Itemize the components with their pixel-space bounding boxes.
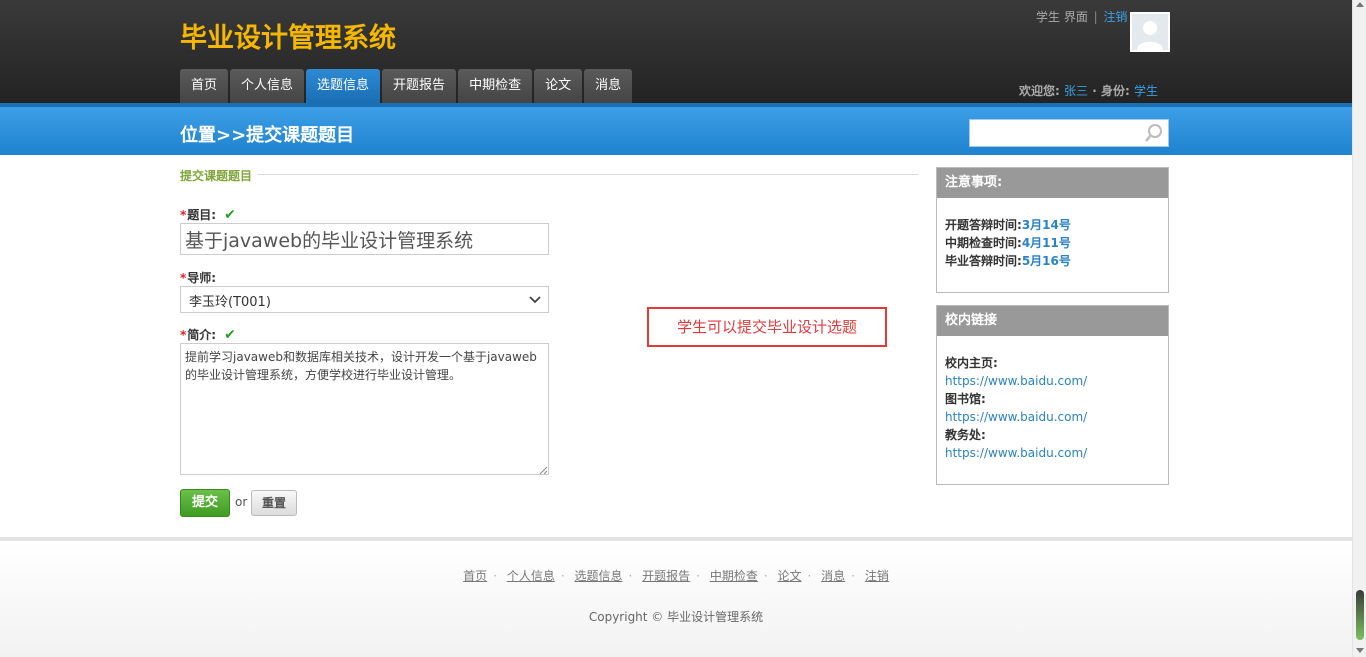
header: 毕业设计管理系统 学生 界面 | 注销 首页 个人信息 选题信息 开题报告 中期… <box>0 0 1352 103</box>
title-label-row: *题目: ✔ <box>180 206 236 223</box>
reset-button[interactable]: 重置 <box>251 490 297 516</box>
or-text: or <box>235 495 248 509</box>
separator: · <box>493 569 497 583</box>
advisor-label: 导师: <box>187 271 217 285</box>
separator: · <box>851 569 856 583</box>
section-title: 提交课题题目 <box>180 169 253 183</box>
required-mark: * <box>180 208 187 222</box>
check-icon: ✔ <box>224 207 236 223</box>
page-scrollbar[interactable] <box>1352 0 1366 657</box>
footer-links: 首页 · 个人信息 · 选题信息 · 开题报告 · 中期检查 · 论文 · 消息 · 注销 <box>0 567 1352 584</box>
annotation-box: 学生可以提交毕业设计选题 <box>647 307 887 347</box>
location-band: 位置>>提交课题题目 <box>0 103 1352 155</box>
footer-link-messages[interactable]: 消息 <box>821 569 845 583</box>
required-mark: * <box>180 271 187 285</box>
separator: · <box>807 569 812 583</box>
avatar-placeholder-icon <box>1132 14 1168 50</box>
top-links: 学生 界面 | 注销 <box>1036 8 1128 25</box>
page-title: 位置>>提交课题题目 <box>180 125 355 146</box>
links-panel-title: 校内链接 <box>937 306 1168 336</box>
link-key: 图书馆: <box>945 392 986 406</box>
search-box <box>969 119 1169 147</box>
notice-value: 4月11号 <box>1021 236 1071 250</box>
resize-handle-icon[interactable] <box>538 464 548 478</box>
separator: · <box>696 569 700 583</box>
tab-thesis[interactable]: 论文 <box>534 69 583 103</box>
footer-link-logout[interactable]: 注销 <box>865 569 889 583</box>
app-logo: 毕业设计管理系统 <box>180 23 396 54</box>
welcome-label: 欢迎您: <box>1019 84 1060 98</box>
footer-link-home[interactable]: 首页 <box>463 569 487 583</box>
notice-value: 5月16号 <box>1021 254 1071 268</box>
advisor-label-row: *导师: <box>180 269 216 286</box>
tab-personal-info[interactable]: 个人信息 <box>230 69 305 103</box>
footer-link-topic-info[interactable]: 选题信息 <box>574 569 622 583</box>
separator: · <box>628 569 633 583</box>
role-text: 学生 界面 <box>1036 10 1088 24</box>
tab-midterm-check[interactable]: 中期检查 <box>458 69 533 103</box>
scroll-down-icon[interactable] <box>1356 648 1364 653</box>
link-key: 教务处: <box>945 428 986 442</box>
notice-key: 毕业答辩时间: <box>945 254 1022 268</box>
copyright: Copyright © 毕业设计管理系统 <box>588 610 764 624</box>
tab-home[interactable]: 首页 <box>180 69 229 103</box>
links-panel-body: 校内主页: https://www.baidu.com/ 图书馆: https:… <box>937 336 1168 470</box>
tab-proposal-report[interactable]: 开题报告 <box>382 69 457 103</box>
intro-textarea[interactable] <box>180 343 549 475</box>
title-input[interactable] <box>180 223 549 255</box>
notice-key: 开题答辩时间: <box>945 218 1022 232</box>
identity-label: · 身份: <box>1092 84 1130 98</box>
footer: 首页 · 个人信息 · 选题信息 · 开题报告 · 中期检查 · 论文 · 消息 · 注销 C… <box>0 537 1352 657</box>
library-link[interactable]: https://www.baidu.com/ <box>945 408 1160 426</box>
intro-label-row: *简介: ✔ <box>180 326 236 343</box>
user-name-link[interactable]: 张三 <box>1064 84 1088 98</box>
notice-value: 3月14号 <box>1021 218 1071 232</box>
tab-topic-info[interactable]: 选题信息 <box>306 69 381 103</box>
title-label: 题目: <box>187 208 217 222</box>
check-icon: ✔ <box>224 327 236 343</box>
logout-link[interactable]: 注销 <box>1104 10 1128 24</box>
avatar[interactable] <box>1130 12 1170 52</box>
advisor-select[interactable]: 李玉玲(T001) <box>180 286 549 313</box>
welcome-bar: 欢迎您: 张三 · 身份: 学生 <box>1019 82 1158 99</box>
scroll-thumb[interactable] <box>1356 590 1364 640</box>
notice-item: 开题答辩时间:3月14号 <box>945 216 1160 234</box>
campus-home-link[interactable]: https://www.baidu.com/ <box>945 372 1160 390</box>
separator: · <box>560 569 565 583</box>
scroll-up-icon[interactable] <box>1356 2 1364 7</box>
separator: | <box>1093 10 1098 24</box>
footer-link-midterm-check[interactable]: 中期检查 <box>710 569 758 583</box>
chevron-down-icon <box>528 291 542 311</box>
notice-panel-body: 开题答辩时间:3月14号 中期检查时间:4月11号 毕业答辩时间:5月16号 <box>937 198 1168 278</box>
notice-item: 毕业答辩时间:5月16号 <box>945 252 1160 270</box>
tab-messages[interactable]: 消息 <box>584 69 633 103</box>
search-input[interactable] <box>970 120 1140 146</box>
notice-panel: 注意事项: 开题答辩时间:3月14号 中期检查时间:4月11号 毕业答辩时间:5… <box>936 167 1169 293</box>
separator: · <box>763 569 768 583</box>
required-mark: * <box>180 328 187 342</box>
search-icon[interactable] <box>1144 123 1164 146</box>
links-panel: 校内链接 校内主页: https://www.baidu.com/ 图书馆: h… <box>936 305 1169 485</box>
identity-value[interactable]: 学生 <box>1134 84 1158 98</box>
footer-link-thesis[interactable]: 论文 <box>778 569 802 583</box>
notice-panel-title: 注意事项: <box>937 168 1168 198</box>
submit-button[interactable]: 提交 <box>180 489 230 517</box>
link-key: 校内主页: <box>945 356 998 370</box>
footer-link-proposal-report[interactable]: 开题报告 <box>642 569 690 583</box>
advisor-selected-value: 李玉玲(T001) <box>189 295 271 310</box>
intro-label: 简介: <box>187 328 217 342</box>
notice-item: 中期检查时间:4月11号 <box>945 234 1160 252</box>
footer-link-personal-info[interactable]: 个人信息 <box>507 569 555 583</box>
divider <box>258 174 918 175</box>
main-nav: 首页 个人信息 选题信息 开题报告 中期检查 论文 消息 <box>180 69 633 103</box>
notice-key: 中期检查时间: <box>945 236 1022 250</box>
academic-office-link[interactable]: https://www.baidu.com/ <box>945 444 1160 462</box>
